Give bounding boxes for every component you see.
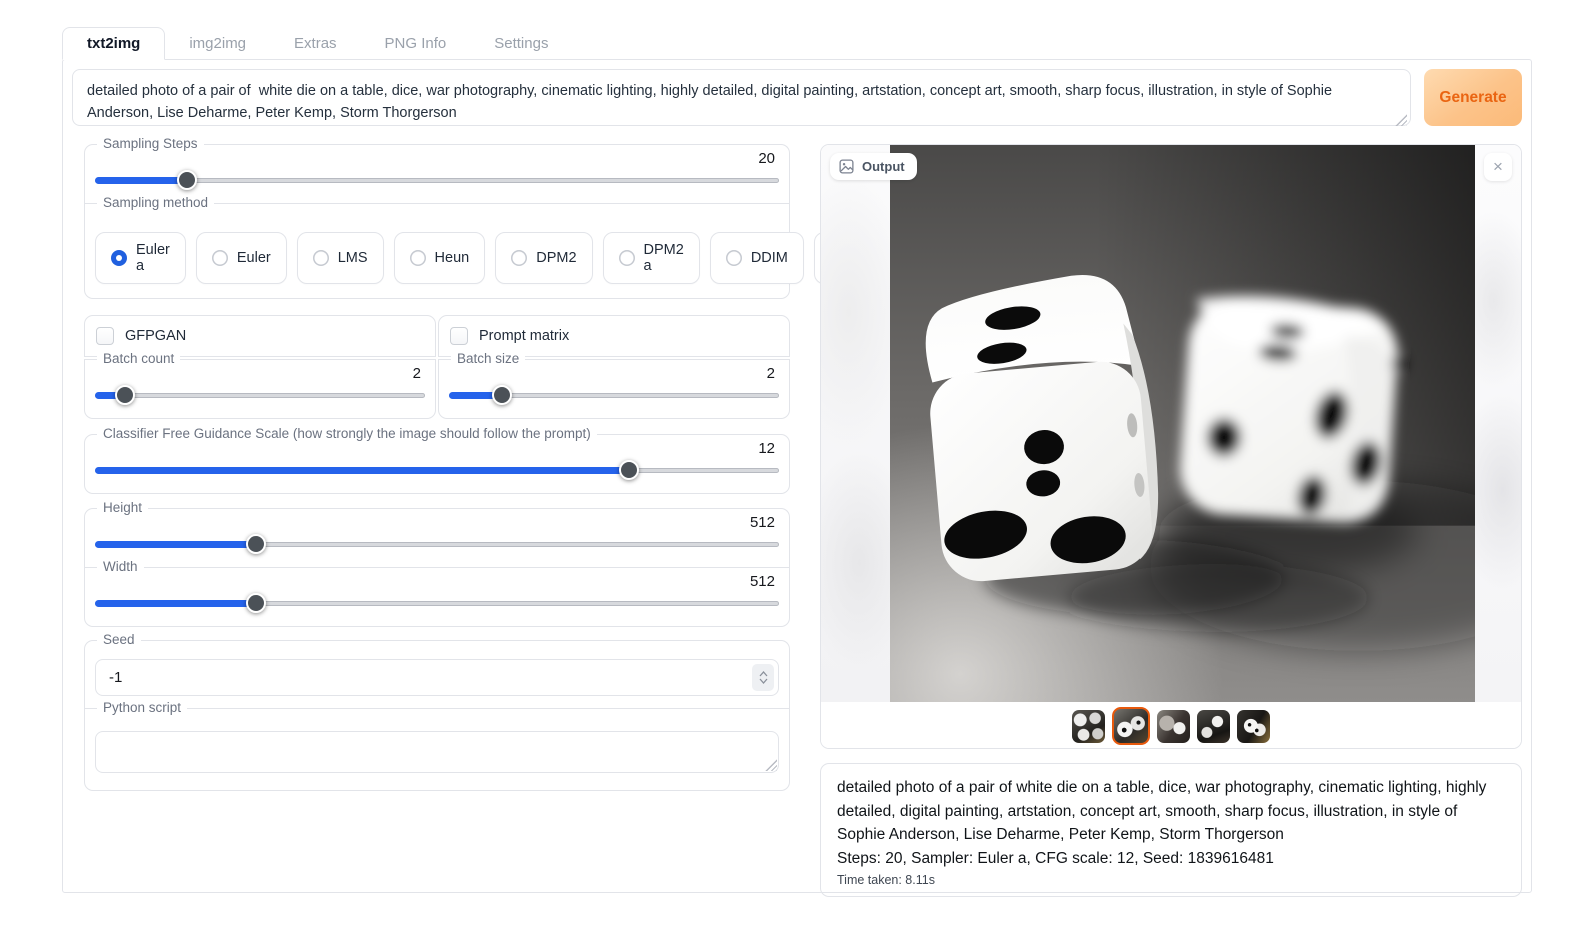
close-icon: × [1493,157,1503,177]
output-label: Output [862,159,905,174]
thumbnail-1[interactable] [1072,710,1105,743]
radio-heun[interactable]: Heun [394,232,486,284]
output-column: Output × [820,144,1522,897]
radio-label: Heun [435,250,470,266]
gfpgan-label: GFPGAN [125,328,186,344]
image-blur-right [1475,145,1521,702]
tab-png-info[interactable]: PNG Info [361,28,471,59]
height-value: 512 [750,514,775,531]
thumbnail-strip [821,702,1521,749]
radio-euler-a[interactable]: Euler a [95,232,186,284]
thumbnail-3[interactable] [1157,710,1190,743]
batch-size-group: Batch size 2 [438,359,790,419]
tab-extras[interactable]: Extras [270,28,361,59]
python-script-input[interactable] [95,731,779,773]
width-value: 512 [750,573,775,590]
chevron-down-icon [759,678,768,684]
close-button[interactable]: × [1484,153,1512,181]
tab-settings[interactable]: Settings [470,28,572,59]
sampling-steps-slider[interactable] [95,171,779,189]
batch-count-label: Batch count [97,351,180,366]
seed-input[interactable] [95,659,779,696]
prompt-matrix-label: Prompt matrix [479,328,569,344]
sampling-method-options: Euler a Euler LMS Heun DPM2 DPM2 a DDIM … [95,232,779,284]
gfpgan-checkbox[interactable] [96,327,114,345]
batch-count-slider[interactable] [95,386,425,404]
output-image-area[interactable] [821,145,1521,702]
width-group: Width 512 [84,567,790,627]
height-slider[interactable] [95,535,779,553]
radio-icon [619,250,635,266]
width-slider[interactable] [95,594,779,612]
radio-selected-icon [111,250,127,266]
radio-label: LMS [338,250,368,266]
cfg-scale-group: Classifier Free Guidance Scale (how stro… [84,434,790,494]
batch-size-value: 2 [767,365,775,382]
main-panel: detailed photo of a pair of white die on… [62,59,1532,893]
thumbnail-5[interactable] [1237,710,1270,743]
caption-prompt: detailed photo of a pair of white die on… [837,776,1505,847]
sampling-steps-label: Sampling Steps [97,136,204,151]
radio-label: Euler [237,250,271,266]
radio-label: Euler a [136,242,170,274]
height-label: Height [97,500,148,515]
tab-txt2img[interactable]: txt2img [62,27,165,60]
batch-size-slider[interactable] [449,386,779,404]
app: txt2img img2img Extras PNG Info Settings… [62,24,1532,893]
width-label: Width [97,559,144,574]
radio-label: DDIM [751,250,788,266]
radio-ddim[interactable]: DDIM [710,232,804,284]
batch-count-group: Batch count 2 [84,359,436,419]
python-script-label: Python script [97,700,187,715]
sampling-method-label: Sampling method [97,195,214,210]
radio-dpm2[interactable]: DPM2 [495,232,592,284]
output-gallery: Output × [820,144,1522,749]
seed-label: Seed [97,632,141,647]
cfg-scale-value: 12 [758,440,775,457]
cfg-scale-label: Classifier Free Guidance Scale (how stro… [97,426,597,441]
generation-info: detailed photo of a pair of white die on… [820,763,1522,897]
prompt-matrix-checkbox[interactable] [450,327,468,345]
seed-group: Seed [84,640,790,708]
height-group: Height 512 [84,508,790,567]
batch-count-value: 2 [413,365,421,382]
caption-params: Steps: 20, Sampler: Euler a, CFG scale: … [837,847,1505,871]
tab-img2img[interactable]: img2img [165,28,270,59]
radio-icon [313,250,329,266]
cfg-scale-slider[interactable] [95,461,779,479]
radio-label: DPM2 [536,250,576,266]
generated-image[interactable] [890,145,1475,702]
caption-time-taken: Time taken: 8.11s [837,873,1505,887]
radio-icon [410,250,426,266]
radio-dpm2-a[interactable]: DPM2 a [603,232,700,284]
radio-icon [212,250,228,266]
prompt-row: detailed photo of a pair of white die on… [72,69,1522,131]
radio-euler[interactable]: Euler [196,232,287,284]
prompt-input[interactable]: detailed photo of a pair of white die on… [72,69,1411,126]
sampling-steps-value: 20 [758,150,775,167]
thumbnail-2-selected[interactable] [1112,707,1150,745]
radio-lms[interactable]: LMS [297,232,384,284]
seed-spinner[interactable] [752,664,774,691]
image-icon [839,159,854,174]
radio-label: DPM2 a [644,242,684,274]
python-script-group: Python script [84,708,790,791]
output-badge: Output [830,153,917,180]
tab-bar: txt2img img2img Extras PNG Info Settings [62,24,1532,59]
image-blur-left [821,145,890,702]
generate-button[interactable]: Generate [1424,69,1522,126]
settings-column: Sampling Steps 20 Sampling method Euler … [84,144,790,791]
batch-size-label: Batch size [451,351,525,366]
radio-icon [511,250,527,266]
sampling-method-group: Sampling method Euler a Euler LMS Heun D… [84,203,790,299]
thumbnail-4[interactable] [1197,710,1230,743]
chevron-up-icon [759,671,768,677]
radio-icon [726,250,742,266]
